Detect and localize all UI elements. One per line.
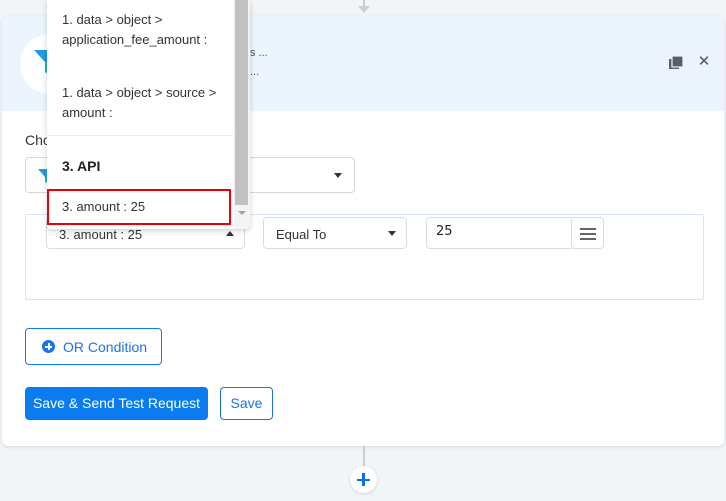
- scroll-down-arrow-icon[interactable]: [238, 211, 246, 215]
- chevron-down-icon: [388, 231, 396, 236]
- insert-field-button[interactable]: [571, 217, 604, 249]
- field-dropdown-menu: 1. data > object > application_fee_amoun…: [47, 0, 250, 229]
- copy-icon[interactable]: [668, 55, 684, 71]
- dropdown-group-label: 3. API: [62, 158, 101, 174]
- field-select-value: 3. amount : 25: [59, 227, 143, 242]
- dropdown-item[interactable]: 1. data > object > application_fee_amoun…: [62, 10, 232, 50]
- chevron-up-icon: [226, 231, 234, 236]
- arrow-down-icon: [358, 6, 370, 13]
- or-condition-button[interactable]: OR Condition: [25, 328, 162, 365]
- flow-connector-bottom: [363, 446, 365, 466]
- save-send-test-button[interactable]: Save & Send Test Request: [25, 387, 208, 420]
- dropdown-item-selected[interactable]: 3. amount : 25: [47, 189, 231, 225]
- operator-select-value: Equal To: [276, 227, 327, 242]
- chevron-down-icon: [334, 173, 342, 178]
- operator-select[interactable]: Equal To: [263, 217, 407, 249]
- dropdown-divider: [47, 135, 233, 136]
- plus-circle-icon: [42, 340, 55, 353]
- save-button[interactable]: Save: [220, 387, 273, 420]
- hamburger-icon-line: [580, 233, 596, 235]
- step-subtitle: ...: [250, 66, 260, 78]
- hamburger-icon-line: [580, 238, 596, 240]
- dropdown-item-label: 3. amount : 25: [62, 199, 146, 214]
- close-icon[interactable]: ✕: [696, 54, 712, 70]
- hamburger-icon: [580, 228, 596, 230]
- dropdown-scrollbar[interactable]: [234, 0, 250, 229]
- scrollbar-thumb[interactable]: [235, 0, 248, 205]
- dropdown-item[interactable]: 1. data > object > source > amount :: [62, 83, 232, 123]
- or-condition-label: OR Condition: [63, 339, 148, 355]
- add-step-button[interactable]: [350, 466, 377, 493]
- compare-value-input[interactable]: 25: [426, 217, 572, 249]
- step-title: s ...: [250, 47, 268, 59]
